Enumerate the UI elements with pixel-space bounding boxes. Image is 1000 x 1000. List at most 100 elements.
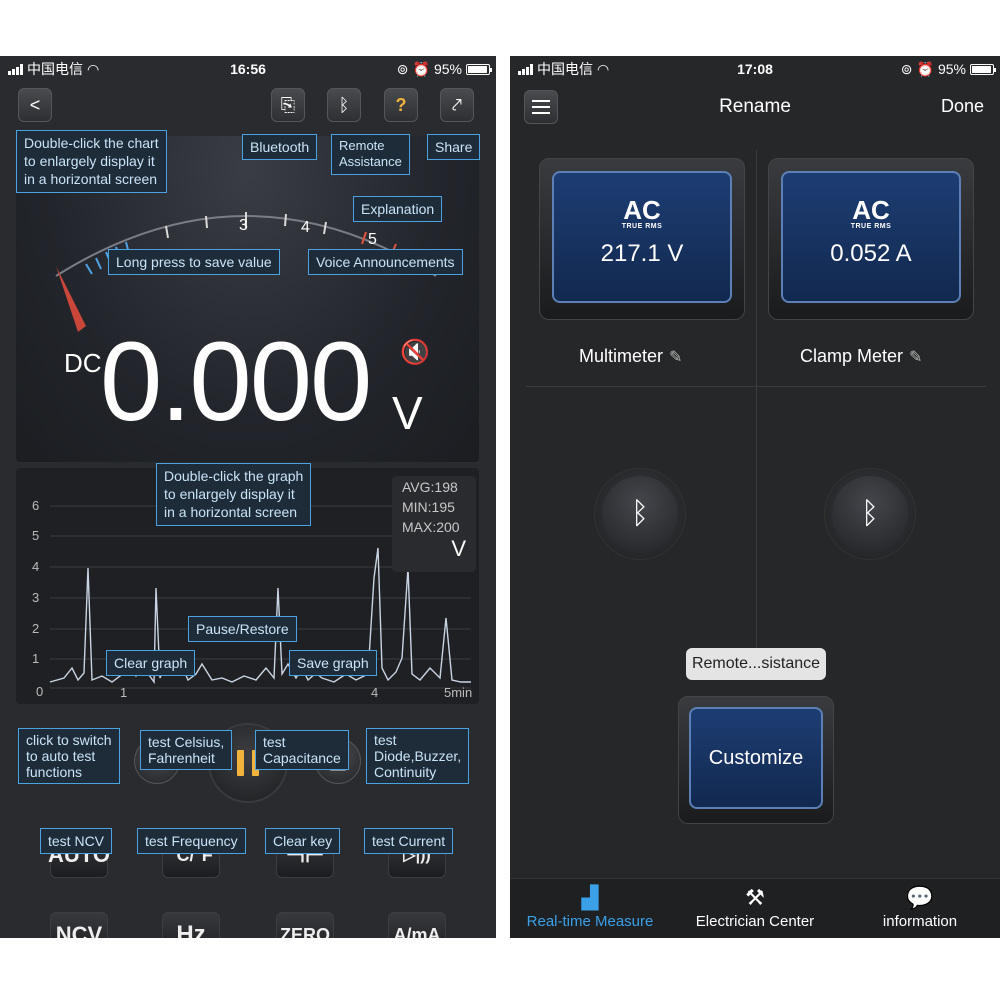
back-button[interactable]: <: [18, 88, 52, 122]
pause-icon: [237, 750, 244, 776]
battery-percent: 95%: [937, 61, 966, 77]
clamp-meter-name-text: Clamp Meter: [800, 346, 904, 366]
tab-bar: ▟ Real-time Measure ⚒ Electrician Center…: [510, 878, 1000, 938]
pencil-icon[interactable]: ✎: [669, 349, 682, 366]
y-tick-0: 0: [36, 684, 44, 699]
callout-chart: Double-click the chart to enlargely disp…: [16, 130, 167, 193]
stat-max: MAX:200: [402, 519, 460, 535]
gauge-tick-3: 3: [239, 217, 248, 234]
reading-unit: V: [392, 387, 423, 439]
status-right: ⊚ ⏰ 95%: [396, 60, 492, 78]
y-tick-3: 3: [32, 590, 40, 605]
multimeter-card[interactable]: AC TRUE RMS 217.1 V: [539, 158, 745, 320]
callout-bluetooth: Bluetooth: [242, 134, 318, 161]
callout-clear-key: Clear key: [265, 828, 341, 855]
bluetooth-icon: ᛒ: [832, 476, 908, 552]
clamp-meter-screen: AC TRUE RMS 0.052 A: [781, 171, 961, 303]
x-tick-4: 4: [371, 685, 379, 700]
callout-diode: test Diode,Buzzer, Continuity: [366, 728, 470, 785]
amp-label: A/mA: [393, 924, 441, 939]
share-icon: ⤤: [451, 94, 463, 115]
stat-min: MIN:195: [402, 499, 455, 515]
multimeter-reading: 217.1 V: [600, 240, 684, 267]
bluetooth-icon: ᛒ: [602, 476, 678, 552]
customize-card[interactable]: Customize: [678, 696, 834, 824]
ncv-key[interactable]: NCV: [50, 912, 108, 938]
alarm-icon: ⏰: [412, 60, 430, 77]
callout-ncv: test NCV: [40, 828, 113, 855]
callout-explanation: Explanation: [353, 196, 443, 223]
multimeter-rms: TRUE RMS: [621, 223, 663, 230]
ncv-label: NCV: [55, 922, 103, 938]
battery-icon: [970, 63, 996, 75]
manual-button[interactable]: ⎘: [271, 88, 305, 122]
page-title: Rename: [719, 96, 791, 117]
clamp-meter-reading: 0.052 A: [830, 240, 912, 267]
gauge-tick-4: 4: [301, 219, 310, 236]
battery-icon: [466, 63, 492, 75]
share-button[interactable]: ⤤: [440, 88, 474, 122]
tab-real-time-measure[interactable]: ▟ Real-time Measure: [510, 885, 670, 930]
grid-divider-horizontal: [526, 386, 986, 387]
current-key[interactable]: A/mA: [388, 912, 446, 938]
callout-share: Share: [427, 134, 481, 161]
frequency-key[interactable]: Hz: [162, 912, 220, 938]
callout-long-press: Long press to save value: [108, 249, 280, 276]
help-button[interactable]: ?: [384, 88, 418, 122]
multimeter-screen: AC TRUE RMS 217.1 V: [552, 171, 732, 303]
callout-graph: Double-click the graph to enlargely disp…: [156, 463, 312, 526]
clamp-meter-rms: TRUE RMS: [850, 223, 892, 230]
left-phone-screen: 中国电信 ◠ 16:56 ⊚ ⏰ 95% < ⎘ ᛒ ? ⤤ 3 4 5 DC …: [0, 56, 496, 938]
bluetooth-connect-button-1[interactable]: ᛒ: [594, 468, 686, 560]
status-right: ⊚ ⏰ 95%: [900, 60, 996, 78]
clamp-meter-name[interactable]: Clamp Meter ✎: [800, 346, 922, 367]
tab-label: information: [882, 913, 958, 930]
battery-percent: 95%: [433, 61, 462, 77]
customize-label: Customize: [689, 707, 823, 809]
zero-key[interactable]: ZERO: [276, 912, 334, 938]
hz-label: Hz: [176, 921, 206, 938]
electrician-icon: ⚒: [745, 885, 765, 910]
stat-avg: AVG:198: [402, 479, 458, 495]
alarm-icon: ⏰: [916, 60, 934, 77]
bluetooth-button[interactable]: ᛒ: [327, 88, 361, 122]
lock-rotation-icon: ⊚: [900, 60, 913, 77]
y-tick-2: 2: [32, 621, 40, 636]
callout-frequency: test Frequency: [137, 828, 246, 855]
y-tick-5: 5: [32, 528, 40, 543]
y-tick-1: 1: [32, 651, 40, 666]
reading-mode: DC: [64, 348, 102, 378]
gauge-tick-5: 5: [368, 231, 377, 248]
chevron-left-icon: <: [29, 94, 41, 115]
clamp-meter-mode: AC: [852, 195, 890, 225]
callout-clear-graph: Clear graph: [106, 650, 196, 677]
done-button[interactable]: Done: [941, 96, 984, 117]
callout-celsius: test Celsius, Fahrenheit: [140, 730, 233, 771]
x-tick-5min: 5min: [444, 685, 473, 700]
y-tick-6: 6: [32, 498, 40, 513]
multimeter-name-text: Multimeter: [579, 346, 664, 366]
clamp-meter-card[interactable]: AC TRUE RMS 0.052 A: [768, 158, 974, 320]
book-icon: ⎘: [280, 94, 296, 115]
callout-pause: Pause/Restore: [188, 616, 297, 643]
speaker-muted-icon[interactable]: 🔇: [400, 338, 430, 367]
callout-auto: click to switch to auto test functions: [18, 728, 120, 785]
tab-electrician-center[interactable]: ⚒ Electrician Center: [675, 885, 835, 930]
zero-label: ZERO: [279, 924, 330, 939]
bluetooth-icon: ᛒ: [338, 94, 350, 115]
pencil-icon[interactable]: ✎: [909, 349, 922, 366]
remote-assistance-tooltip: Remote...sistance: [686, 648, 826, 680]
callout-current: test Current: [364, 828, 454, 855]
callout-remote: Remote Assistance: [331, 134, 410, 175]
tab-label: Real-time Measure: [526, 913, 654, 930]
lock-rotation-icon: ⊚: [396, 60, 409, 77]
bluetooth-connect-button-2[interactable]: ᛒ: [824, 468, 916, 560]
grid-divider-vertical: [756, 150, 757, 660]
gauge-needle: [56, 266, 86, 332]
tab-information[interactable]: 💬 information: [840, 885, 1000, 930]
y-tick-4: 4: [32, 559, 40, 574]
main-reading[interactable]: 0.000: [100, 326, 372, 438]
graph-stats: AVG:198 MIN:195 MAX:200 V: [392, 476, 476, 572]
tab-label: Electrician Center: [695, 913, 815, 930]
multimeter-name[interactable]: Multimeter ✎: [579, 346, 682, 367]
